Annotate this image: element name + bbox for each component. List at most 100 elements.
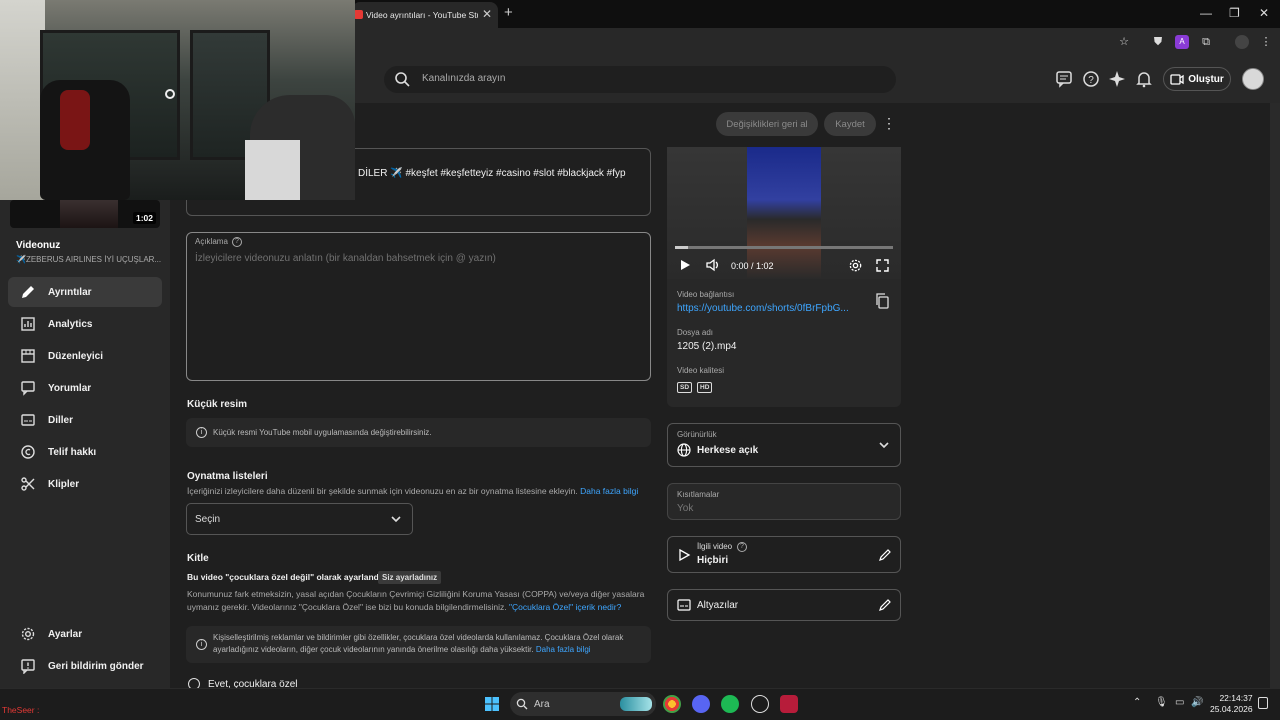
browser-tab[interactable]: Video ayrıntıları - YouTube Studio ✕ [352, 2, 498, 28]
copyright-icon [21, 445, 35, 459]
sidebar-item-editor[interactable]: Düzenleyici [8, 341, 162, 371]
subtitles-field[interactable]: Altyazılar [667, 589, 901, 621]
taskbar-search[interactable]: Ara [510, 692, 656, 716]
volume-icon[interactable]: 🔊 [1191, 697, 1203, 708]
discord-app-icon[interactable] [692, 695, 710, 713]
playlists-learn-more-link[interactable]: Daha fazla bilgi [580, 486, 638, 496]
audience-desc-text: uymanız gerekir. Videolarınız "Çocuklara… [187, 602, 507, 612]
tab-close-icon[interactable]: ✕ [482, 7, 492, 21]
sidebar-item-comments[interactable]: Yorumlar [8, 373, 162, 403]
video-link[interactable]: https://youtube.com/shorts/0fBrFpbG... [677, 303, 849, 314]
windows-start-icon[interactable] [484, 696, 500, 712]
info-icon: i [196, 639, 207, 650]
revert-changes-button[interactable]: Değişiklikleri geri al [716, 112, 818, 136]
network-icon[interactable]: ▭ [1175, 697, 1184, 708]
minimize-icon[interactable]: — [1200, 6, 1212, 20]
bell-icon[interactable] [1135, 70, 1153, 88]
save-button[interactable]: Kaydet [824, 112, 876, 136]
audience-info-line-1: Kişiselleştirilmiş reklamlar ve bildirim… [213, 633, 624, 642]
steam-app-icon[interactable] [751, 695, 769, 713]
sidebar-item-details[interactable]: Ayrıntılar [8, 277, 162, 307]
sidebar-item-feedback[interactable]: Geri bildirim gönder [8, 651, 162, 681]
description-label: Açıklama [195, 237, 228, 246]
channel-search[interactable]: Kanalınızda arayın [384, 66, 896, 93]
help-icon[interactable]: ? [1082, 70, 1100, 88]
copy-icon[interactable] [875, 293, 889, 309]
info-icon: i [196, 427, 207, 438]
notification-icon[interactable] [1258, 697, 1268, 709]
spotify-app-icon[interactable] [721, 695, 739, 713]
video-progress-bar[interactable] [675, 246, 893, 249]
taskbar-clock[interactable]: 22:14:37 25.04.2026 [1210, 693, 1253, 715]
player-settings-icon[interactable] [848, 258, 863, 273]
sidebar-item-copyright[interactable]: Telif hakkı [8, 437, 162, 467]
profile-icon[interactable] [1235, 35, 1249, 49]
chrome-app-icon[interactable] [663, 695, 681, 713]
audience-desc-line-2: uymanız gerekir. Videolarınız "Çocuklara… [187, 602, 621, 612]
audience-what-is-link[interactable]: "Çocuklara Özel" içerik nedir? [509, 602, 621, 612]
webcam-light-ring [165, 89, 175, 99]
tab-title: Video ayrıntıları - YouTube Studio [366, 10, 478, 20]
playlists-section-title: Oynatma listeleri [187, 471, 268, 482]
create-button[interactable]: Oluştur [1163, 67, 1231, 91]
film-editor-icon [21, 349, 35, 363]
playlist-dropdown[interactable]: Seçin [186, 503, 413, 535]
subtitles-icon [677, 599, 691, 611]
video-camera-icon [1170, 73, 1184, 85]
audience-info-line-2: ayarladığınız videoların, diğer çocuk vi… [213, 645, 591, 654]
sidebar-item-label: Klipler [48, 478, 80, 490]
sparkle-icon[interactable] [1108, 70, 1126, 88]
bookmark-star-icon[interactable]: ☆ [1117, 35, 1131, 49]
extensions-puzzle-icon[interactable]: ⧉ [1199, 35, 1213, 49]
comment-help-icon[interactable] [1055, 70, 1073, 88]
audience-info-text: ayarladığınız videoların, diğer çocuk vi… [213, 645, 534, 654]
globe-icon [677, 443, 691, 457]
page-scrollbar[interactable] [1270, 103, 1280, 688]
more-options-icon[interactable]: ⋮ [882, 116, 896, 132]
window-close-icon[interactable]: ✕ [1259, 6, 1269, 20]
sidebar-item-clips[interactable]: Klipler [8, 469, 162, 499]
webcam-chair-accent [60, 90, 90, 150]
extension-app-icon[interactable]: A [1175, 35, 1189, 49]
clock-time: 22:14:37 [1219, 693, 1253, 703]
sd-badge: SD [677, 382, 693, 393]
file-name-label: Dosya adı [677, 328, 714, 337]
browser-menu-icon[interactable]: ⋮ [1259, 35, 1273, 49]
new-tab-button[interactable]: + [504, 4, 513, 21]
pencil-icon[interactable] [878, 598, 892, 612]
restrictions-field: Kısıtlamalar Yok [667, 483, 901, 520]
extension-shield-icon[interactable]: ⛊ [1151, 35, 1165, 49]
tray-user-label: TheSeer : [2, 705, 40, 715]
audience-info-learn-more-link[interactable]: Daha fazla bilgi [536, 645, 591, 654]
fullscreen-icon[interactable] [875, 258, 890, 273]
video-link-label: Video bağlantısı [677, 290, 735, 299]
sidebar-item-settings[interactable]: Ayarlar [8, 619, 162, 649]
sidebar-item-label: Diller [48, 414, 74, 426]
sidebar-item-label: Geri bildirim gönder [48, 660, 144, 672]
audience-info-box: i Kişiselleştirilmiş reklamlar ve bildir… [186, 626, 651, 663]
play-icon[interactable] [678, 258, 692, 272]
adobe-app-icon[interactable] [780, 695, 798, 713]
video-quality-label: Video kalitesi [677, 366, 724, 375]
playlists-description: İçeriğinizi izleyicilere daha düzenli bi… [187, 486, 638, 496]
channel-avatar[interactable] [1242, 68, 1264, 90]
microphone-icon[interactable]: 🎙 [1155, 697, 1168, 708]
related-video-field[interactable]: İlgili video ? Hiçbiri [667, 536, 901, 573]
sidebar-video-heading: Videonuz [16, 240, 61, 251]
maximize-icon[interactable]: ❐ [1229, 6, 1240, 20]
chevron-down-icon [391, 516, 401, 523]
restrictions-label: Kısıtlamalar [677, 490, 720, 499]
restrictions-value: Yok [677, 503, 694, 514]
sidebar-item-analytics[interactable]: Analytics [8, 309, 162, 339]
subtitles-label: Altyazılar [697, 600, 739, 611]
sidebar-item-languages[interactable]: Diller [8, 405, 162, 435]
pencil-icon[interactable] [878, 548, 892, 562]
help-circle-icon[interactable]: ? [232, 237, 242, 247]
tray-chevron-up-icon[interactable]: ⌃ [1133, 697, 1141, 708]
comment-icon [21, 381, 35, 396]
scissors-icon [21, 477, 35, 491]
visibility-dropdown[interactable]: Görünürlük Herkese açık [667, 423, 901, 467]
help-circle-icon[interactable]: ? [737, 542, 747, 552]
sidebar-video-thumbnail[interactable]: 1:02 [10, 200, 160, 228]
volume-icon[interactable] [705, 258, 721, 272]
